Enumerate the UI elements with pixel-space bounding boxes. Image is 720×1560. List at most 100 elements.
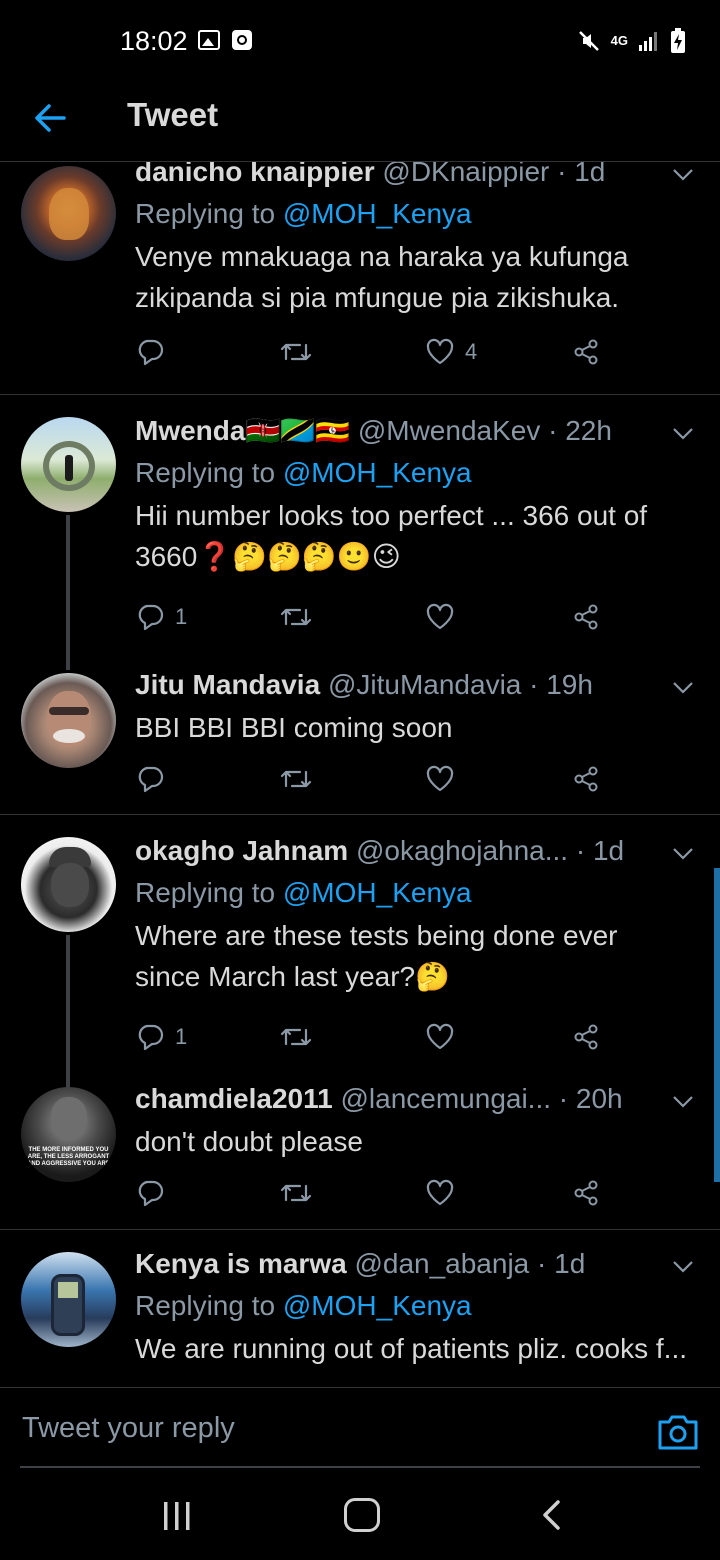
tweet-text: Hii number looks too perfect ... 366 out… [135,500,648,572]
reply-button[interactable]: 1 [135,597,187,637]
thread-line [66,515,70,670]
user-name[interactable]: danicho knaippier [135,162,375,187]
reply-button[interactable]: 1 [135,1017,187,1057]
retweet-icon [280,343,312,361]
avatar[interactable] [21,837,116,932]
heart-icon [426,1023,454,1050]
share-button[interactable] [571,332,601,372]
share-button[interactable] [571,597,601,637]
chevron-down-icon[interactable] [672,168,694,182]
reply-icon [138,604,164,631]
share-button[interactable] [571,1173,601,1213]
back-icon[interactable] [540,1500,562,1530]
retweet-button[interactable] [279,759,313,799]
heart-icon [426,603,454,630]
retweet-button[interactable] [279,597,313,637]
tweet-text: don't doubt please [135,1126,363,1157]
scrollbar-thumb[interactable] [714,868,720,1182]
mute-icon [577,29,601,53]
tweet-actions: 4 [135,332,615,372]
tweet-actions: 1 [135,1017,615,1057]
user-meta: @okaghojahna... · 1d [355,835,625,866]
tweet-text: BBI BBI BBI coming soon [135,712,453,743]
like-button[interactable] [425,1173,465,1213]
tweet-item[interactable]: THE MORE INFORMED YOU ARE, THE LESS ARRO… [0,1077,720,1230]
reply-button[interactable] [135,759,175,799]
user-name[interactable]: Jitu Mandavia [135,669,320,700]
tweet-item[interactable]: danicho knaippier @DKnaippier · 1d Reply… [0,162,720,395]
like-button[interactable] [425,597,465,637]
avatar[interactable] [21,417,116,512]
tweet-header: danicho knaippier @DKnaippier · 1d [135,162,690,190]
mention-link[interactable]: @MOH_Kenya [283,457,472,488]
avatar[interactable] [21,673,116,768]
user-name[interactable]: Kenya is marwa [135,1248,347,1279]
back-arrow-icon[interactable] [30,98,70,138]
avatar[interactable] [21,1252,116,1347]
user-name[interactable]: chamdiela2011 [135,1083,333,1114]
tweet-header: okagho Jahnam @okaghojahna... · 1d [135,833,690,869]
system-nav-bar [0,1468,720,1560]
clock-icon [232,30,252,50]
status-indicators: 4G [577,26,686,56]
heart-icon [426,765,454,792]
tweet-item[interactable]: Kenya is marwa @dan_abanja · 1d Replying… [0,1230,720,1387]
tweet-text: Where are these tests being done ever si… [135,920,618,992]
chevron-down-icon[interactable] [672,1095,694,1109]
avatar-caption: THE MORE INFORMED YOU ARE, THE LESS ARRO… [27,1147,110,1167]
home-icon[interactable] [344,1498,380,1532]
tweet-actions [135,1173,615,1213]
avatar[interactable]: THE MORE INFORMED YOU ARE, THE LESS ARRO… [21,1087,116,1182]
reply-input[interactable]: Tweet your reply [22,1412,235,1445]
gallery-icon [198,30,220,50]
retweet-button[interactable] [279,1017,313,1057]
mention-link[interactable]: @MOH_Kenya [283,1290,472,1321]
mention-link[interactable]: @MOH_Kenya [283,877,472,908]
share-icon [574,1024,598,1050]
chevron-down-icon[interactable] [672,1260,694,1274]
reply-count: 1 [175,1024,188,1049]
chevron-down-icon[interactable] [672,427,694,441]
tweet-item[interactable]: Mwenda🇰🇪🇹🇿🇺🇬 @MwendaKev · 22h Replying t… [0,395,720,670]
tweet-actions: 1 [135,597,615,637]
share-icon [574,1180,598,1206]
reply-icon [138,1180,164,1207]
user-meta: @dan_abanja · 1d [354,1248,586,1279]
retweet-button[interactable] [279,332,313,372]
like-button[interactable] [425,1017,465,1057]
tweet-text: Venye mnakuaga na haraka ya kufunga ziki… [135,241,629,313]
chevron-down-icon[interactable] [672,681,694,695]
avatar[interactable] [21,166,116,261]
mention-link[interactable]: @MOH_Kenya [283,198,472,229]
tweet-item[interactable]: okagho Jahnam @okaghojahna... · 1d Reply… [0,815,720,1090]
replying-to: Replying to @MOH_Kenya [135,457,472,488]
like-button[interactable]: 4 [425,332,477,372]
share-icon [574,604,598,630]
share-button[interactable] [571,1017,601,1057]
replying-to: Replying to @MOH_Kenya [135,877,472,908]
reply-feed[interactable]: danicho knaippier @DKnaippier · 1d Reply… [0,162,720,1387]
heart-icon [426,1179,454,1206]
share-icon [574,339,598,365]
tweet-header: chamdiela2011 @lancemungai... · 20h [135,1081,690,1117]
tweet-header: Mwenda🇰🇪🇹🇿🇺🇬 @MwendaKev · 22h [135,413,690,449]
camera-icon[interactable] [656,1412,700,1452]
heart-icon [426,338,454,365]
status-bar: 18:02 4G [0,0,720,80]
like-button[interactable] [425,759,465,799]
user-name[interactable]: Mwenda🇰🇪🇹🇿🇺🇬 [135,415,350,446]
tweet-header: Kenya is marwa @dan_abanja · 1d [135,1246,690,1282]
replying-to: Replying to @MOH_Kenya [135,198,472,229]
tweet-item[interactable]: Jitu Mandavia @JituMandavia · 19h BBI BB… [0,655,720,815]
retweet-button[interactable] [279,1173,313,1213]
tweet-header: Jitu Mandavia @JituMandavia · 19h [135,667,690,703]
reply-button[interactable] [135,1173,175,1213]
chevron-down-icon[interactable] [672,847,694,861]
retweet-icon [280,1028,312,1046]
recents-icon[interactable] [162,1502,192,1530]
reply-button[interactable] [135,332,175,372]
share-icon [574,766,598,792]
reply-count: 1 [175,604,188,629]
share-button[interactable] [571,759,601,799]
user-name[interactable]: okagho Jahnam [135,835,348,866]
